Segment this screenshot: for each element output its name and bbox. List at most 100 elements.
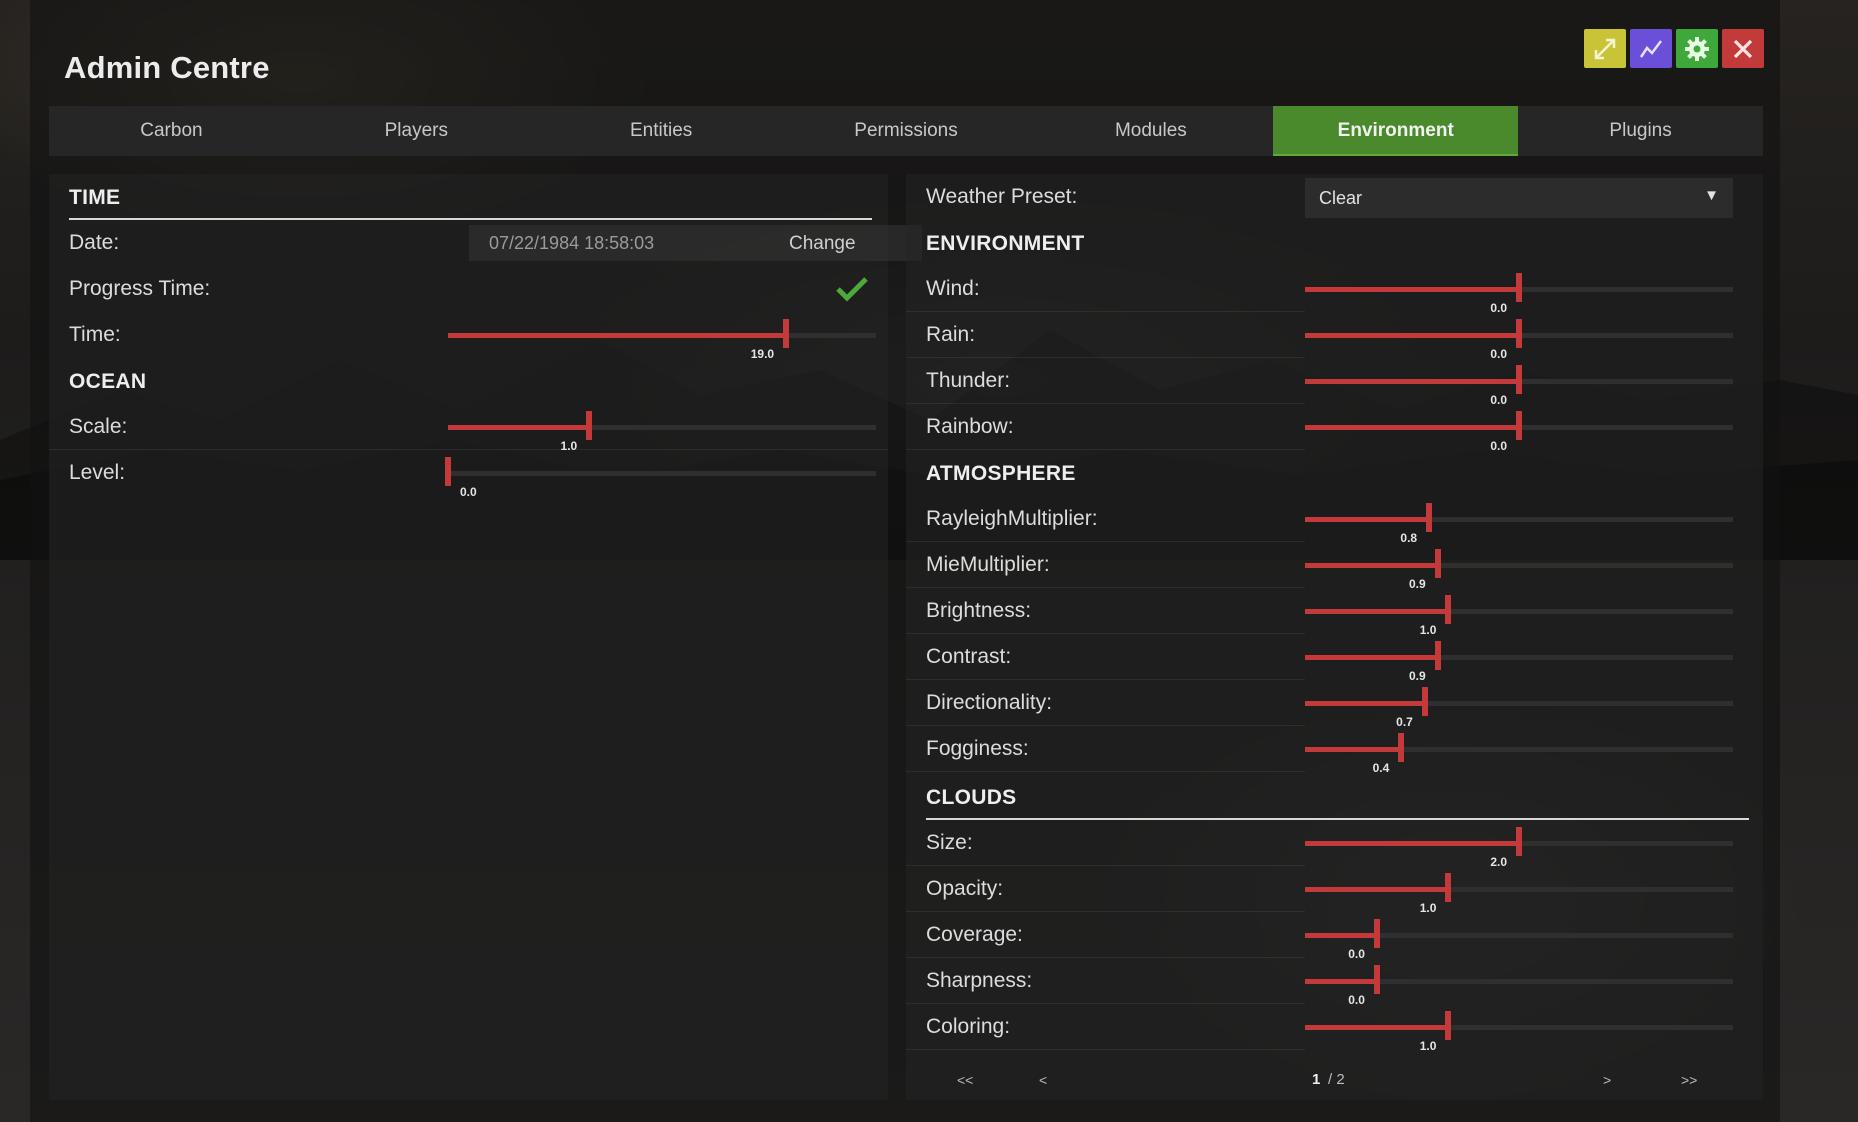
environment-row: Rain: 0.0 xyxy=(906,312,1763,361)
environment-slider[interactable]: 0.0 xyxy=(1305,358,1733,407)
slider-value: 1.0 xyxy=(1419,1039,1437,1053)
time-section-row: TIME xyxy=(49,174,888,220)
slider-fill xyxy=(1305,609,1449,614)
cloud-label: Coverage: xyxy=(926,923,1023,946)
atmosphere-slider[interactable]: 0.8 xyxy=(1305,496,1733,545)
close-button[interactable] xyxy=(1722,29,1764,68)
window-title: Admin Centre xyxy=(64,50,270,85)
atmosphere-section-row: ATMOSPHERE xyxy=(906,450,1763,496)
environment-slider[interactable]: 0.0 xyxy=(1305,312,1733,361)
slider-handle[interactable] xyxy=(1426,503,1433,532)
atmosphere-slider[interactable]: 0.4 xyxy=(1305,726,1733,775)
next-page-button[interactable]: > xyxy=(1603,1072,1611,1088)
environment-label: Wind: xyxy=(926,277,980,300)
slider-handle[interactable] xyxy=(1434,641,1441,670)
slider-handle[interactable] xyxy=(1373,919,1380,948)
progress-time-row: Progress Time: xyxy=(49,266,888,312)
atmosphere-row: MieMultiplier: 0.9 xyxy=(906,542,1763,591)
tab-carbon[interactable]: Carbon xyxy=(49,106,294,156)
date-label: Date: xyxy=(69,231,120,254)
clouds-section-row: CLOUDS xyxy=(906,774,1763,820)
cloud-slider[interactable]: 2.0 xyxy=(1305,820,1733,869)
slider-handle[interactable] xyxy=(1516,273,1522,302)
tab-players[interactable]: Players xyxy=(294,106,539,156)
slider-value: 0.0 xyxy=(460,485,477,499)
slider-handle[interactable] xyxy=(1421,687,1428,716)
change-date-button[interactable]: Change xyxy=(789,233,856,255)
slider-fill xyxy=(1305,747,1402,752)
cloud-label: Sharpness: xyxy=(926,969,1033,992)
slider-fill xyxy=(1305,287,1519,292)
cloud-row: Opacity: 1.0 xyxy=(906,866,1763,915)
environment-label: Thunder: xyxy=(926,369,1011,392)
time-row: Time: 19.0 xyxy=(49,312,888,361)
date-row: Date: 07/22/1984 18:58:03 Change xyxy=(49,220,922,266)
slider-handle[interactable] xyxy=(1445,595,1452,624)
environment-row: Rainbow: 0.0 xyxy=(906,404,1763,453)
atmosphere-label: Fogginess: xyxy=(926,737,1029,760)
scale-slider[interactable]: 1.0 xyxy=(448,404,876,453)
slider-handle[interactable] xyxy=(1373,965,1380,994)
level-label: Level: xyxy=(69,461,126,484)
slider-handle[interactable] xyxy=(586,411,593,440)
slider-fill xyxy=(1305,841,1519,846)
total-pages: / 2 xyxy=(1328,1071,1345,1088)
slider-handle[interactable] xyxy=(1398,733,1405,762)
slider-handle[interactable] xyxy=(1516,411,1522,440)
slider-fill xyxy=(1305,563,1438,568)
graph-button[interactable] xyxy=(1630,29,1672,68)
weather-preset-label: Weather Preset: xyxy=(926,185,1078,208)
atmosphere-slider[interactable]: 0.9 xyxy=(1305,634,1733,683)
atmosphere-label: Contrast: xyxy=(926,645,1012,668)
atmosphere-label: RayleighMultiplier: xyxy=(926,507,1098,530)
close-icon xyxy=(1733,39,1753,58)
cloud-slider[interactable]: 1.0 xyxy=(1305,1004,1733,1053)
row-divider xyxy=(906,771,1305,772)
environment-slider[interactable]: 0.0 xyxy=(1305,266,1733,315)
cloud-slider[interactable]: 0.0 xyxy=(1305,958,1733,1007)
cloud-row: Sharpness: 0.0 xyxy=(906,958,1763,1007)
weather-preset-dropdown[interactable]: Clear ▼ xyxy=(1305,178,1733,218)
prev-page-button[interactable]: < xyxy=(1039,1072,1047,1088)
section-title-time: TIME xyxy=(69,186,121,209)
environment-slider[interactable]: 0.0 xyxy=(1305,404,1733,453)
atmosphere-slider[interactable]: 0.9 xyxy=(1305,542,1733,591)
slider-fill xyxy=(1305,979,1377,984)
time-slider[interactable]: 19.0 xyxy=(448,312,876,361)
tab-entities[interactable]: Entities xyxy=(539,106,784,156)
checkmark-icon[interactable] xyxy=(835,275,869,303)
tab-modules[interactable]: Modules xyxy=(1028,106,1273,156)
gear-icon xyxy=(1685,36,1709,61)
cloud-slider[interactable]: 1.0 xyxy=(1305,866,1733,915)
slider-fill xyxy=(1305,379,1519,384)
weather-preset-value: Clear xyxy=(1319,188,1363,208)
slider-handle[interactable] xyxy=(1516,827,1522,856)
progress-time-label: Progress Time: xyxy=(69,277,211,300)
slider-fill xyxy=(448,333,787,338)
first-page-button[interactable]: << xyxy=(957,1072,973,1088)
slider-handle[interactable] xyxy=(1434,549,1441,578)
slider-handle[interactable] xyxy=(1516,319,1522,348)
expand-icon xyxy=(1594,38,1616,59)
tab-permissions[interactable]: Permissions xyxy=(784,106,1029,156)
line-chart-icon xyxy=(1639,39,1662,58)
slider-value: 0.4 xyxy=(1372,761,1390,775)
last-page-button[interactable]: >> xyxy=(1681,1072,1697,1088)
slider-handle[interactable] xyxy=(1445,1011,1452,1040)
cloud-row: Coloring: 1.0 xyxy=(906,1004,1763,1053)
level-slider[interactable]: 0.0 xyxy=(445,450,876,499)
slider-handle[interactable] xyxy=(445,457,451,486)
tab-environment[interactable]: Environment xyxy=(1273,106,1519,156)
slider-handle[interactable] xyxy=(783,319,790,348)
maximize-button[interactable] xyxy=(1584,29,1626,68)
tab-plugins[interactable]: Plugins xyxy=(1518,106,1763,156)
cloud-slider[interactable]: 0.0 xyxy=(1305,912,1733,961)
slider-handle[interactable] xyxy=(1445,873,1452,902)
cloud-label: Opacity: xyxy=(926,877,1004,900)
atmosphere-row: Directionality: 0.7 xyxy=(906,680,1763,729)
environment-section-row: ENVIRONMENT xyxy=(906,220,1763,266)
slider-handle[interactable] xyxy=(1516,365,1522,394)
settings-button[interactable] xyxy=(1676,29,1718,68)
atmosphere-slider[interactable]: 1.0 xyxy=(1305,588,1733,637)
atmosphere-slider[interactable]: 0.7 xyxy=(1305,680,1733,729)
